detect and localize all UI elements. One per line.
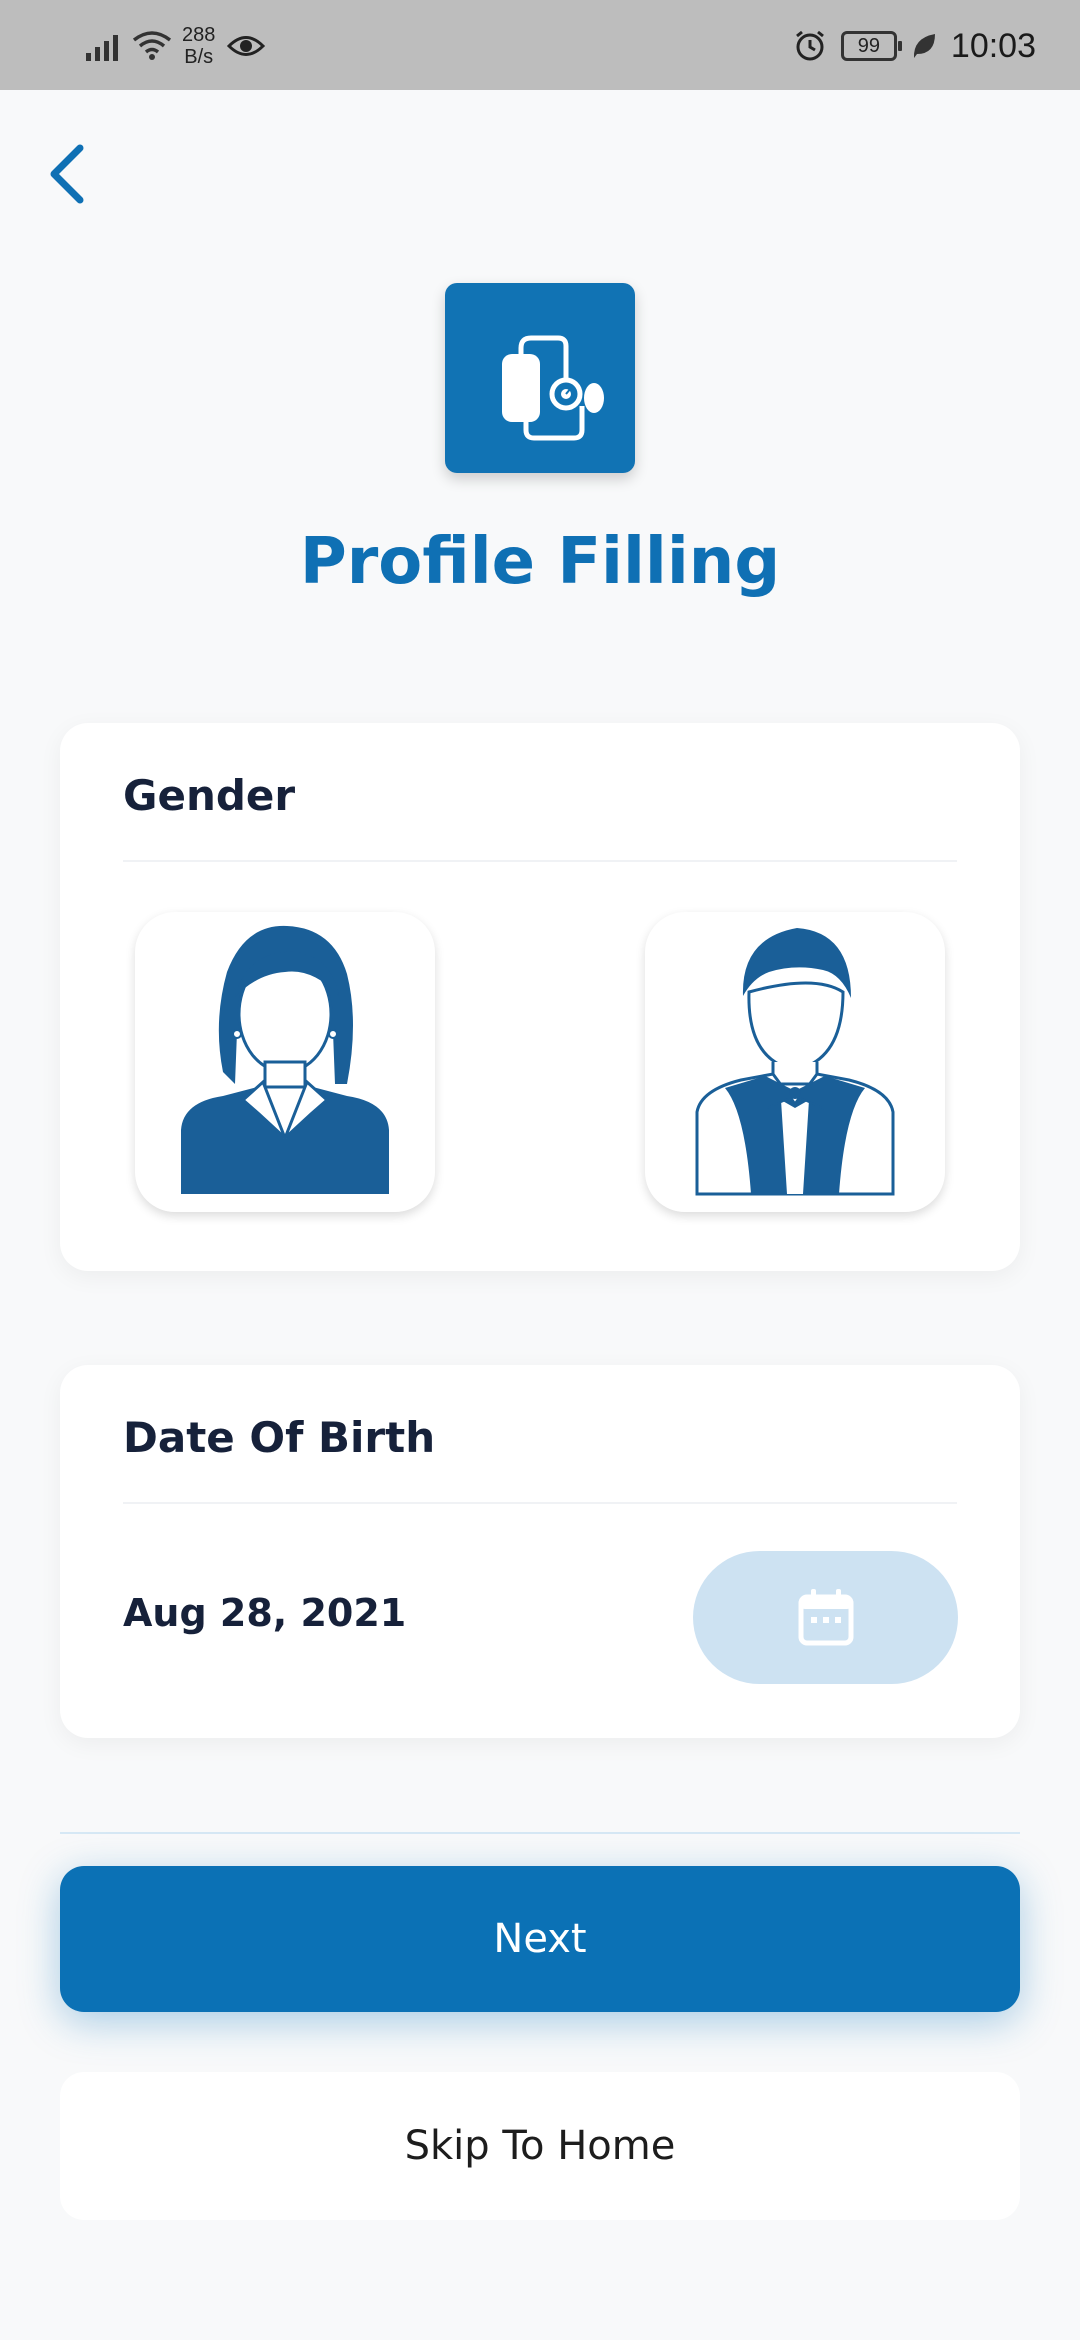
- gender-option-male[interactable]: [645, 912, 945, 1212]
- clock-time: 10:03: [950, 26, 1036, 65]
- status-right: 99 10:03: [793, 18, 1036, 74]
- dob-value: Aug 28, 2021: [123, 1591, 407, 1635]
- dob-card: Date Of Birth Aug 28, 2021: [60, 1365, 1020, 1738]
- dob-title: Date Of Birth: [123, 1413, 436, 1462]
- calendar-icon: [798, 1589, 854, 1646]
- network-speed-unit: B/s: [184, 46, 214, 68]
- back-button[interactable]: [40, 138, 96, 210]
- status-left: 288 B/s: [86, 18, 266, 74]
- divider: [60, 1832, 1020, 1834]
- page-title: Profile Filling: [299, 525, 781, 599]
- status-bar: 288 B/s 99 10:03: [0, 0, 1080, 90]
- app-logo: [445, 283, 635, 473]
- male-avatar-icon: [695, 928, 895, 1196]
- leaf-icon: [913, 34, 935, 58]
- date-picker-button[interactable]: [693, 1551, 958, 1684]
- network-speed: 288 B/s: [182, 24, 215, 68]
- female-avatar-icon: [181, 925, 389, 1194]
- eye-icon: [227, 36, 266, 56]
- divider: [123, 860, 957, 862]
- battery-indicator: 99: [840, 31, 902, 61]
- alarm-icon: [795, 30, 824, 61]
- gender-title: Gender: [123, 771, 296, 820]
- gender-card: Gender: [60, 723, 1020, 1271]
- divider: [123, 1502, 957, 1504]
- chevron-left-icon: [50, 144, 84, 204]
- skip-to-home-button[interactable]: Skip To Home: [60, 2072, 1020, 2220]
- blood-pressure-monitor-icon: [502, 335, 604, 441]
- signal-icon: [86, 31, 118, 61]
- next-button[interactable]: Next: [60, 1866, 1020, 2012]
- network-speed-value: 288: [182, 24, 216, 46]
- wifi-icon: [132, 31, 172, 60]
- gender-option-female[interactable]: [135, 912, 435, 1212]
